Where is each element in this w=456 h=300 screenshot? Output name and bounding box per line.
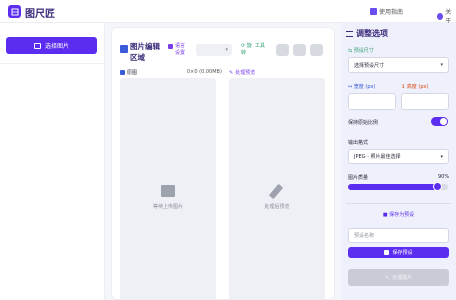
language-select[interactable]: ▾ bbox=[196, 44, 232, 56]
upload-placeholder-text: 等待上传图片 bbox=[152, 204, 183, 210]
tool-button-3[interactable] bbox=[310, 44, 323, 56]
save-preset-label: 保存预设 bbox=[392, 250, 413, 256]
sliders-icon bbox=[346, 30, 353, 37]
image-icon bbox=[33, 42, 41, 49]
language-label: 语言设置 bbox=[175, 43, 186, 56]
settings-title-text: 调整选项 bbox=[356, 29, 388, 38]
rotate-icon: ⟳ bbox=[241, 43, 246, 49]
editor-card: 图片编辑区域 语言设置 ▾ ⟳ 旋转 工具 原图 0×0 (0.00MB) ✎ … bbox=[111, 27, 335, 300]
save-icon: ■ bbox=[382, 212, 388, 218]
apply-button[interactable]: ✎ 处理图片 bbox=[348, 269, 449, 286]
keep-ratio-label: 保持原始比例 bbox=[348, 120, 379, 126]
preview-placeholder-text: 处理后预览 bbox=[264, 204, 290, 210]
settings-title: 调整选项 bbox=[346, 28, 388, 39]
nav-guide-label: 使用指南 bbox=[379, 9, 404, 16]
pencil-icon: ✎ bbox=[384, 274, 390, 281]
settings-divider bbox=[346, 203, 451, 204]
original-panel-header: 原图 bbox=[120, 69, 137, 76]
original-label: 原图 bbox=[127, 70, 138, 76]
preview-image-pane: 处理后预览 bbox=[229, 78, 325, 300]
quality-slider-handle[interactable] bbox=[433, 182, 442, 191]
chevron-down-icon: ▾ bbox=[440, 62, 443, 68]
width-input[interactable] bbox=[348, 93, 396, 110]
quality-slider[interactable] bbox=[348, 182, 448, 191]
tools-label[interactable]: 工具 bbox=[255, 43, 265, 50]
pencil-icon: ✎ bbox=[229, 69, 234, 76]
preset-size-value: 选择预设尺寸 bbox=[354, 62, 385, 69]
output-format-value: JPEG - 照片最佳选择 bbox=[354, 154, 401, 160]
select-image-button[interactable]: 选择图片 bbox=[6, 37, 97, 54]
toggle-knob bbox=[440, 118, 447, 125]
quality-slider-fill bbox=[348, 184, 438, 190]
chevron-down-icon: ▾ bbox=[440, 153, 443, 160]
height-input[interactable] bbox=[401, 93, 449, 110]
original-image-pane[interactable]: 等待上传图片 bbox=[120, 78, 216, 300]
preview-panel-header: ✎ 处理预览 bbox=[229, 69, 256, 77]
image-icon bbox=[120, 45, 128, 53]
top-bar: 图尺匠 使用指南 关于 bbox=[0, 0, 456, 25]
output-format-select[interactable]: JPEG - 照片最佳选择 ▾ bbox=[348, 149, 449, 164]
preview-label: 处理预览 bbox=[235, 70, 256, 76]
image-icon bbox=[120, 70, 125, 75]
chevron-down-icon: ▾ bbox=[225, 47, 228, 53]
sidebar-divider bbox=[0, 63, 105, 64]
save-preset-button[interactable]: 保存预设 bbox=[348, 247, 449, 258]
settings-panel: 调整选项 ⇆ 预设尺寸 选择预设尺寸 ▾ ↔ 宽度 (px) ↕ 高度 (px)… bbox=[341, 23, 456, 300]
nav-guide-link[interactable]: 使用指南 bbox=[370, 7, 403, 16]
output-format-label: 输出格式 bbox=[348, 140, 369, 146]
width-label: ↔ 宽度 (px) bbox=[348, 84, 376, 90]
rotate-button[interactable]: ⟳ 旋转 bbox=[241, 43, 253, 57]
preset-size-label: ⇆ 预设尺寸 bbox=[348, 48, 374, 54]
apply-label: 处理图片 bbox=[392, 275, 413, 281]
preset-size-select[interactable]: 选择预设尺寸 ▾ bbox=[348, 57, 449, 73]
preset-name-input[interactable]: 预设名称 bbox=[348, 228, 449, 243]
book-icon bbox=[370, 8, 377, 15]
app-title: 图尺匠 bbox=[25, 9, 55, 20]
tool-button-1[interactable] bbox=[276, 44, 289, 56]
image-placeholder-icon bbox=[161, 185, 175, 197]
keep-ratio-toggle[interactable] bbox=[431, 117, 448, 126]
select-image-label: 选择图片 bbox=[44, 43, 69, 50]
save-icon bbox=[384, 250, 390, 255]
quality-value: 90% bbox=[438, 174, 450, 180]
height-label: ↕ 高度 (px) bbox=[401, 84, 429, 90]
left-sidebar: 选择图片 bbox=[0, 23, 105, 300]
info-icon bbox=[437, 12, 444, 20]
app-logo-icon bbox=[8, 5, 21, 18]
tool-button-2[interactable] bbox=[293, 44, 306, 56]
pencil-placeholder-icon bbox=[268, 183, 284, 200]
quality-label: 图片质量 bbox=[348, 175, 369, 181]
save-preset-title: ■ 保存为预设 bbox=[382, 212, 415, 218]
editor-title: 图片编辑区域 bbox=[130, 42, 160, 62]
original-size: 0×0 (0.00MB) bbox=[187, 69, 222, 75]
